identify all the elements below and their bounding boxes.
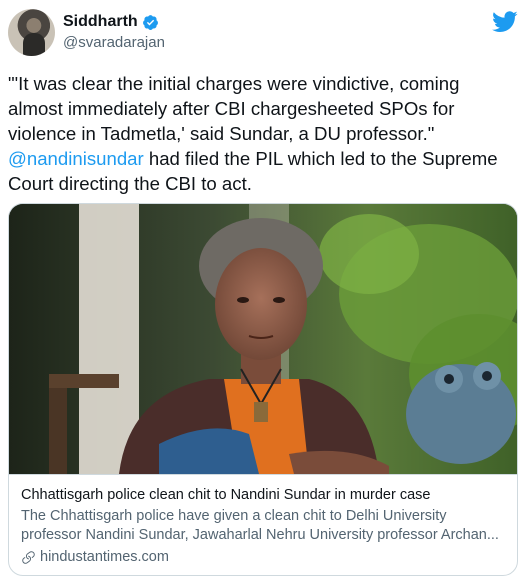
- twitter-bird-icon[interactable]: [492, 11, 518, 33]
- card-photo: [9, 204, 517, 474]
- card-image[interactable]: [9, 204, 517, 474]
- verified-badge-icon: [142, 14, 158, 30]
- card-description-line-1: The Chhattisgarh police have given a cle…: [21, 508, 447, 524]
- card-description-line-2: professor Nandini Sundar, Jawaharlal Neh…: [21, 527, 499, 543]
- card-domain-text[interactable]: hindustantimes.com: [40, 548, 169, 567]
- author-handle[interactable]: @svaradarajan: [63, 33, 165, 53]
- author-name-row[interactable]: Siddharth: [63, 12, 165, 32]
- card-domain[interactable]: hindustantimes.com: [21, 548, 505, 567]
- tweet-text: "'It was clear the initial charges were …: [8, 71, 518, 196]
- avatar[interactable]: [8, 9, 55, 56]
- author-name[interactable]: Siddharth: [63, 12, 138, 32]
- card-title[interactable]: Chhattisgarh police clean chit to Nandin…: [21, 485, 505, 505]
- user-block: Siddharth @svaradarajan: [63, 12, 165, 53]
- link-icon: [22, 551, 35, 564]
- link-card[interactable]: Chhattisgarh police clean chit to Nandin…: [8, 203, 518, 576]
- tweet-text-before: "'It was clear the initial charges were …: [8, 73, 460, 144]
- card-description: The Chhattisgarh police have given a cle…: [21, 507, 505, 545]
- mention-link[interactable]: @nandinisundar: [8, 148, 144, 169]
- card-info[interactable]: Chhattisgarh police clean chit to Nandin…: [9, 474, 517, 567]
